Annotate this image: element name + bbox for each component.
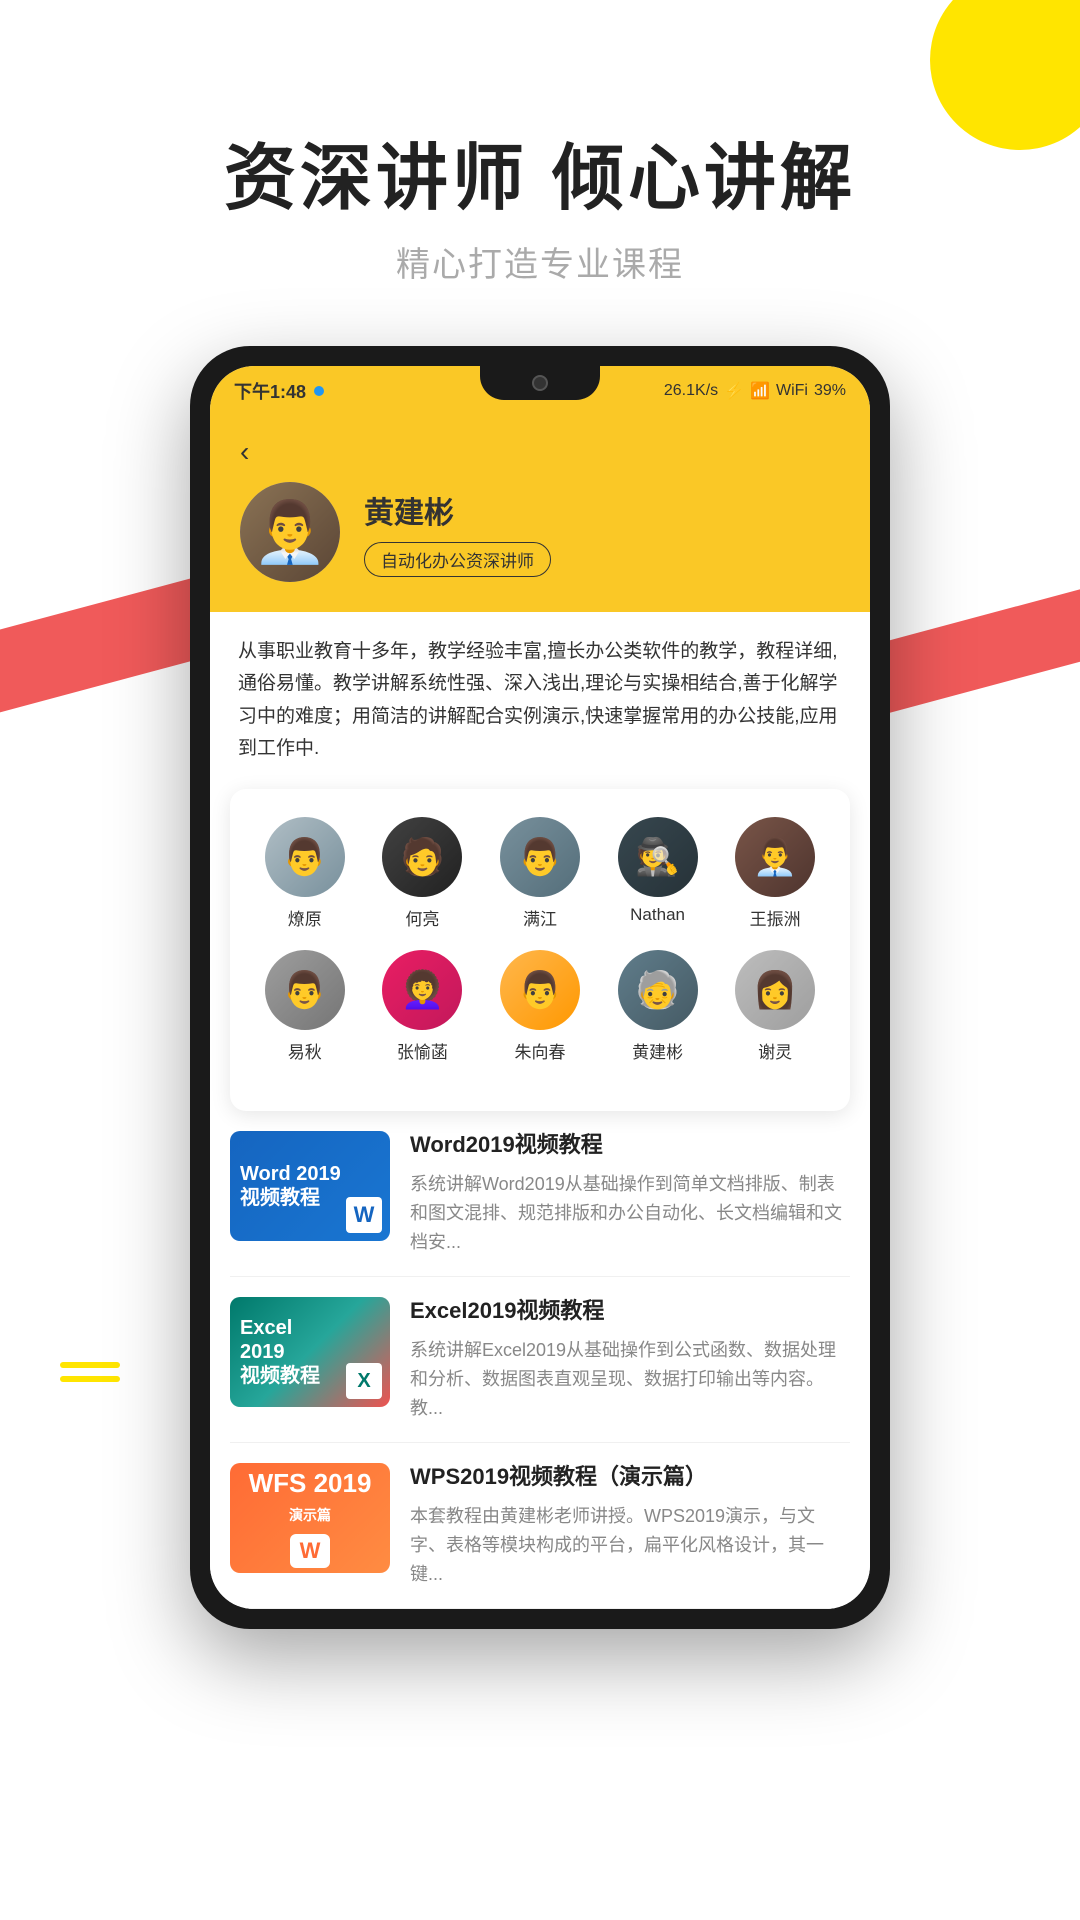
teacher-item-liaoyuan[interactable]: 👨 燎原 <box>255 817 355 930</box>
teacher-name-nathan: Nathan <box>630 905 685 925</box>
teacher-name-zhangyuhan: 张愉菡 <box>397 1038 448 1063</box>
teacher-name-pujiang: 满江 <box>523 905 557 930</box>
word-thumb-title: Word 2019视频教程 <box>240 1162 341 1210</box>
teacher-avatar-heliang: 🧑 <box>382 817 462 897</box>
teachers-row-2: 👨 易秋 👩‍🦱 张愉菡 👨 朱向春 🧓 黄建彬 <box>246 950 834 1063</box>
status-indicator <box>314 386 324 396</box>
teacher-item-xieling[interactable]: 👩 谢灵 <box>725 950 825 1063</box>
hero-title: 资深讲师 倾心讲解 <box>0 140 1080 219</box>
battery-level: 39% <box>814 382 846 400</box>
back-button[interactable]: ‹ <box>240 436 840 468</box>
teacher-name-liaoyuan: 燎原 <box>288 905 322 930</box>
excel-icon: X <box>346 1363 382 1399</box>
course-thumb-excel: Excel2019视频教程 X <box>230 1297 390 1407</box>
instructor-info: 黄建彬 自动化办公资深讲师 <box>364 488 840 577</box>
course-thumb-wps: WFS 2019演示篇 W <box>230 1463 390 1573</box>
course-item-wps[interactable]: WFS 2019演示篇 W WPS2019视频教程（演示篇） 本套教程由黄建彬老… <box>230 1443 850 1609</box>
teacher-item-nathan[interactable]: 🕵️ Nathan <box>608 817 708 930</box>
teacher-avatar-xieling: 👩 <box>735 950 815 1030</box>
teacher-item-heliang[interactable]: 🧑 何亮 <box>372 817 472 930</box>
course-info-word: Word2019视频教程 系统讲解Word2019从基础操作到简单文档排版、制表… <box>410 1131 850 1256</box>
teacher-item-yiqiu[interactable]: 👨 易秋 <box>255 950 355 1063</box>
course-title-wps: WPS2019视频教程（演示篇） <box>410 1463 850 1492</box>
status-left: 下午1:48 <box>234 378 324 404</box>
wps-icon: W <box>290 1534 331 1568</box>
teacher-item-huangjianpeng[interactable]: 🧓 黄建彬 <box>608 950 708 1063</box>
course-info-wps: WPS2019视频教程（演示篇） 本套教程由黄建彬老师讲授。WPS2019演示，… <box>410 1463 850 1588</box>
teacher-name-huangjianpeng: 黄建彬 <box>632 1038 683 1063</box>
teacher-avatar-zhangyuhan: 👩‍🦱 <box>382 950 462 1030</box>
bluetooth-icon: ⚡ <box>724 381 744 401</box>
teacher-avatar-liaoyuan: 👨 <box>265 817 345 897</box>
instructor-badge: 自动化办公资深讲师 <box>364 542 551 577</box>
teacher-item-pujiang[interactable]: 👨 满江 <box>490 817 590 930</box>
teacher-name-heliang: 何亮 <box>405 905 439 930</box>
excel-thumb-title: Excel2019视频教程 <box>240 1316 320 1388</box>
teacher-item-zhangyuhan[interactable]: 👩‍🦱 张愉菡 <box>372 950 472 1063</box>
course-info-excel: Excel2019视频教程 系统讲解Excel2019从基础操作到公式函数、数据… <box>410 1297 850 1422</box>
teacher-name-zhuxiangchun: 朱向春 <box>514 1038 565 1063</box>
hero-subtitle: 精心打造专业课程 <box>0 237 1080 286</box>
teachers-row-1: 👨 燎原 🧑 何亮 👨 满江 🕵️ Nathan <box>246 817 834 930</box>
course-desc-wps: 本套教程由黄建彬老师讲授。WPS2019演示，与文字、表格等模块构成的平台，扁平… <box>410 1502 850 1588</box>
hero-section: 资深讲师 倾心讲解 精心打造专业课程 <box>0 0 1080 286</box>
teacher-name-xieling: 谢灵 <box>758 1038 792 1063</box>
wps-thumb-title: WFS 2019演示篇 <box>249 1469 372 1526</box>
status-time: 下午1:48 <box>234 378 306 404</box>
phone-frame: 下午1:48 26.1K/s ⚡ 📶 WiFi 39% ‹ <box>190 346 890 1629</box>
teacher-avatar-pujiang: 👨 <box>500 817 580 897</box>
instructor-name: 黄建彬 <box>364 488 840 532</box>
camera-notch <box>480 366 600 400</box>
teachers-card: 👨 燎原 🧑 何亮 👨 满江 🕵️ Nathan <box>230 789 850 1111</box>
instructor-avatar <box>240 482 340 582</box>
instructor-avatar-image <box>240 482 340 582</box>
course-title-word: Word2019视频教程 <box>410 1131 850 1160</box>
teacher-avatar-huangjianpeng: 🧓 <box>618 950 698 1030</box>
status-right: 26.1K/s ⚡ 📶 WiFi 39% <box>664 381 846 401</box>
camera-lens <box>532 375 548 391</box>
wifi-icon: WiFi <box>776 382 808 400</box>
deco-lines-yellow <box>60 1362 120 1390</box>
course-thumb-word: Word 2019视频教程 W <box>230 1131 390 1241</box>
network-speed: 26.1K/s <box>664 382 718 400</box>
teacher-avatar-yiqiu: 👨 <box>265 950 345 1030</box>
teacher-name-wangzhenzhou: 王振洲 <box>750 905 801 930</box>
signal-icon: 📶 <box>750 381 770 401</box>
course-item-excel[interactable]: Excel2019视频教程 X Excel2019视频教程 系统讲解Excel2… <box>230 1277 850 1443</box>
phone-wrapper: 下午1:48 26.1K/s ⚡ 📶 WiFi 39% ‹ <box>190 346 890 1629</box>
instructor-description: 从事职业教育十多年，教学经验丰富,擅长办公类软件的教学，教程详细,通俗易懂。教学… <box>210 612 870 789</box>
teacher-avatar-zhuxiangchun: 👨 <box>500 950 580 1030</box>
teacher-avatar-wangzhenzhou: 👨‍💼 <box>735 817 815 897</box>
instructor-header: ‹ 黄建彬 自动化办公资深讲师 <box>210 412 870 612</box>
course-list: Word 2019视频教程 W Word2019视频教程 系统讲解Word201… <box>210 1111 870 1609</box>
phone-screen: 下午1:48 26.1K/s ⚡ 📶 WiFi 39% ‹ <box>210 366 870 1609</box>
instructor-profile: 黄建彬 自动化办公资深讲师 <box>240 482 840 582</box>
course-item-word[interactable]: Word 2019视频教程 W Word2019视频教程 系统讲解Word201… <box>230 1111 850 1277</box>
teacher-avatar-nathan: 🕵️ <box>618 817 698 897</box>
word-icon: W <box>346 1197 382 1233</box>
teacher-item-wangzhenzhou[interactable]: 👨‍💼 王振洲 <box>725 817 825 930</box>
course-desc-word: 系统讲解Word2019从基础操作到简单文档排版、制表和图文混排、规范排版和办公… <box>410 1170 850 1256</box>
course-title-excel: Excel2019视频教程 <box>410 1297 850 1326</box>
teacher-name-yiqiu: 易秋 <box>288 1038 322 1063</box>
course-desc-excel: 系统讲解Excel2019从基础操作到公式函数、数据处理和分析、数据图表直观呈现… <box>410 1336 850 1422</box>
teacher-item-zhuxiangchun[interactable]: 👨 朱向春 <box>490 950 590 1063</box>
